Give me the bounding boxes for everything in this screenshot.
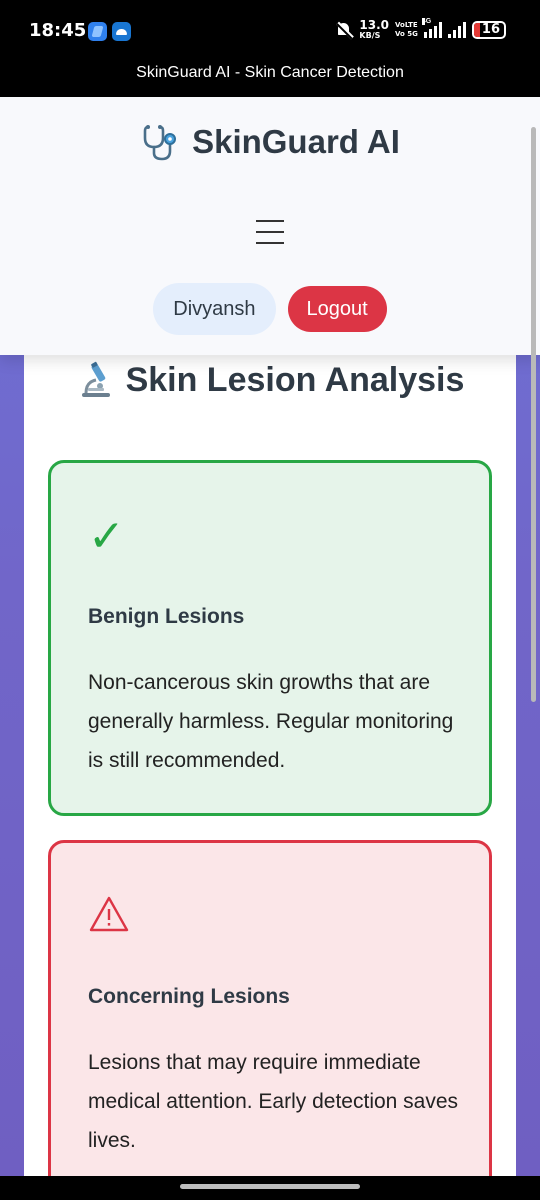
page-viewport[interactable]: SkinGuard AI Divyansh Logout Skin Lesion… [0, 97, 540, 1176]
warning-icon [89, 896, 129, 932]
window-title: SkinGuard AI - Skin Cancer Detection [0, 60, 540, 97]
mute-icon [335, 21, 353, 39]
status-time: 18:45 [29, 20, 87, 41]
checkmark-icon: ✓ [88, 511, 125, 562]
microscope-icon [81, 361, 110, 397]
concerning-info-box: Concerning Lesions Lesions that may requ… [48, 840, 492, 1176]
page-title: Skin Lesion Analysis [125, 360, 465, 399]
page-scrollbar[interactable] [531, 127, 536, 702]
benign-description: Non-cancerous skin growths that are gene… [88, 671, 454, 772]
notification-app-icon [88, 22, 107, 41]
benign-title: Benign Lesions [88, 605, 245, 628]
battery-icon: 16 [471, 20, 506, 39]
site-header: SkinGuard AI Divyansh Logout [0, 97, 540, 355]
concerning-title: Concerning Lesions [88, 985, 290, 1008]
home-gesture-handle[interactable] [180, 1184, 360, 1189]
volte-indicator: VoLTE Vo 5G [395, 20, 418, 38]
signal-icon: 4G [421, 17, 442, 38]
signal-icon-sim2 [447, 21, 466, 38]
status-bar: 18:45 13.0 KB/S VoLTE Vo 5G 4G 16 [0, 0, 540, 60]
notification-app-icon-secondary [112, 22, 131, 41]
username-badge: Divyansh [153, 283, 276, 335]
section-heading: Skin Lesion Analysis [24, 360, 516, 400]
concerning-description: Lesions that may require immediate medic… [88, 1051, 459, 1152]
brand[interactable]: SkinGuard AI [0, 121, 540, 163]
system-nav-bar [0, 1176, 540, 1200]
status-indicators: 13.0 KB/S VoLTE Vo 5G 4G 16 [335, 17, 506, 40]
benign-info-box: ✓ Benign Lesions Non-cancerous skin grow… [48, 460, 492, 816]
user-controls: Divyansh Logout [0, 283, 540, 335]
network-type: 4G [421, 17, 432, 25]
brand-name: SkinGuard AI [192, 123, 400, 160]
logout-button[interactable]: Logout [287, 286, 387, 332]
battery-level: 16 [481, 22, 500, 37]
hamburger-icon[interactable] [256, 218, 284, 246]
network-speed: 13.0 KB/S [359, 18, 389, 40]
analysis-card: Skin Lesion Analysis ✓ Benign Lesions No… [24, 312, 516, 1176]
stethoscope-icon [143, 125, 177, 161]
